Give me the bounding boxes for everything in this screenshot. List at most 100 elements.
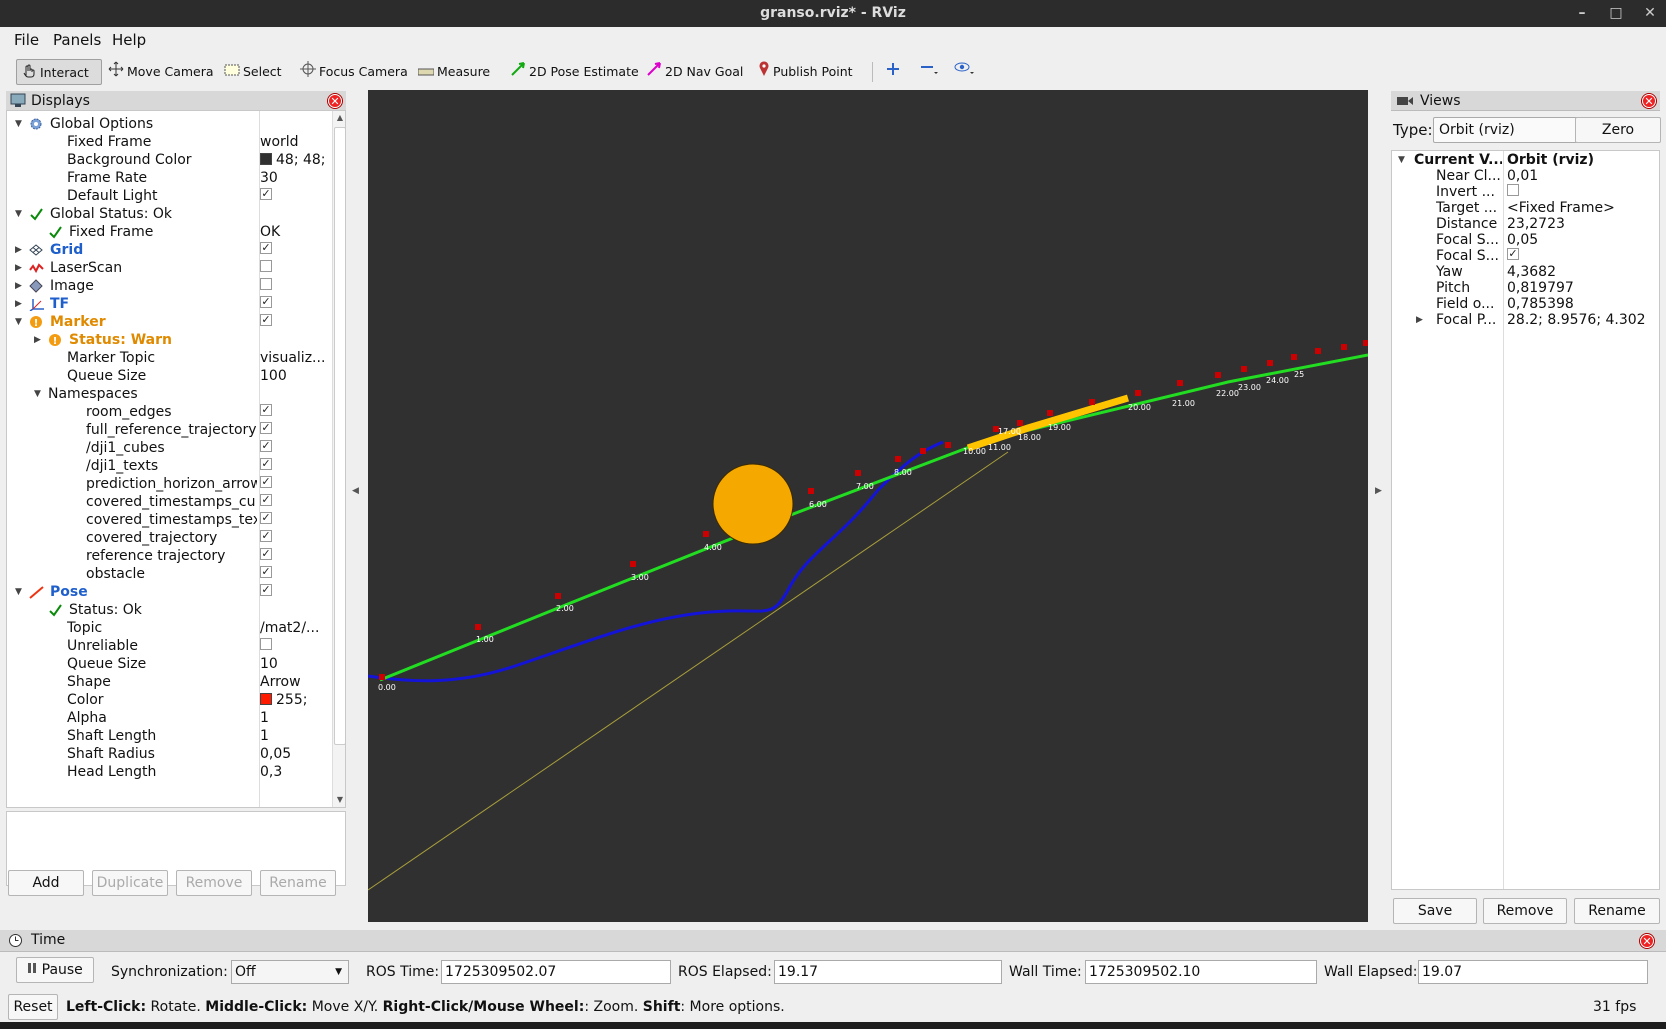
display-row[interactable]: ▶! Status: Warn [7, 331, 329, 350]
display-row[interactable]: ▼ Pose ✓ [7, 583, 329, 602]
view-property-row[interactable]: ▶ Focal P... 28.2; 8.9576; 4.302 [1392, 312, 1659, 329]
close-displays-button[interactable]: ✕ [328, 94, 342, 108]
checkbox[interactable] [260, 278, 272, 290]
color-swatch[interactable] [260, 693, 272, 705]
checkbox[interactable]: ✓ [260, 296, 272, 308]
menu-help[interactable]: Help [112, 31, 146, 49]
wall-elapsed-field[interactable]: 19.07 [1418, 960, 1648, 984]
view-property-row[interactable]: Target ... <Fixed Frame> [1392, 200, 1659, 217]
display-row-value[interactable]: ✓ [260, 583, 328, 602]
display-row[interactable]: prediction_horizon_arrows ✓ [7, 475, 329, 494]
view-menu-button[interactable] [950, 59, 980, 85]
display-row-value[interactable]: 30 [260, 169, 328, 188]
checkbox[interactable]: ✓ [260, 188, 272, 200]
checkbox[interactable]: ✓ [260, 242, 272, 254]
tool-focus-camera[interactable]: Focus Camera [296, 59, 408, 85]
collapse-arrow-icon[interactable]: ▶ [15, 277, 22, 296]
view-property-row[interactable]: Pitch 0,819797 [1392, 280, 1659, 297]
checkbox[interactable]: ✓ [260, 494, 272, 506]
display-row-value[interactable]: ✓ [260, 511, 328, 530]
display-row-value[interactable]: ✓ [260, 475, 328, 494]
view-property-row[interactable]: Yaw 4,3682 [1392, 264, 1659, 281]
display-row-value[interactable]: ✓ [260, 187, 328, 206]
collapse-arrow-icon[interactable]: ▶ [15, 241, 22, 260]
collapse-right-icon[interactable]: ▶ [1375, 486, 1382, 496]
tool-2d-pose-estimate[interactable]: 2D Pose Estimate [506, 59, 639, 85]
display-row-value[interactable]: 0,05 [260, 745, 328, 764]
display-row-value[interactable]: OK [260, 223, 328, 242]
checkbox[interactable]: ✓ [260, 566, 272, 578]
view-property-value[interactable]: 4,3682 [1507, 264, 1556, 281]
tool-2d-nav-goal[interactable]: 2D Nav Goal [642, 59, 743, 85]
display-row-value[interactable]: ✓ [260, 493, 328, 512]
view-property-row[interactable]: Focal S... ✓ [1392, 248, 1659, 265]
expand-arrow-icon[interactable]: ▼ [1398, 152, 1405, 169]
display-row[interactable]: ▶ Grid ✓ [7, 241, 329, 260]
expand-arrow-icon[interactable]: ▼ [15, 115, 22, 134]
view-property-value[interactable] [1507, 184, 1519, 201]
display-row[interactable]: Fixed Frame world [7, 133, 329, 152]
display-row-value[interactable]: 0,3 [260, 763, 328, 782]
checkbox[interactable]: ✓ [260, 404, 272, 416]
remove-view-button[interactable]: Remove [1483, 898, 1567, 924]
display-row[interactable]: Queue Size 10 [7, 655, 329, 674]
add-display-button[interactable]: Add [8, 870, 84, 896]
close-views-button[interactable]: ✕ [1642, 94, 1656, 108]
display-row-value[interactable]: ✓ [260, 457, 328, 476]
wall-time-field[interactable]: 1725309502.10 [1085, 960, 1317, 984]
maximize-button[interactable]: □ [1604, 2, 1628, 24]
duplicate-display-button[interactable]: Duplicate [92, 870, 168, 896]
tool-publish-point[interactable]: Publish Point [754, 59, 853, 85]
view-property-value[interactable]: <Fixed Frame> [1507, 200, 1615, 217]
display-row[interactable]: covered_trajectory ✓ [7, 529, 329, 548]
3d-viewport[interactable]: 0.00 1.00 2.00 3.00 4.00 6.00 7.00 8.00 10.00 11.… [368, 90, 1368, 922]
display-row-value[interactable]: 1 [260, 727, 328, 746]
rename-display-button[interactable]: Rename [260, 870, 336, 896]
collapse-left-icon[interactable]: ◀ [352, 486, 359, 496]
display-row[interactable]: Shaft Radius 0,05 [7, 745, 329, 764]
display-row[interactable]: ▶ Image [7, 277, 329, 296]
checkbox[interactable] [260, 638, 272, 650]
pause-button[interactable]: Pause [16, 957, 94, 983]
collapse-arrow-icon[interactable]: ▶ [34, 331, 41, 350]
save-view-button[interactable]: Save [1393, 898, 1477, 924]
close-window-button[interactable]: ✕ [1638, 2, 1662, 24]
view-property-value[interactable]: ✓ [1507, 248, 1519, 265]
collapse-arrow-icon[interactable]: ▶ [1416, 312, 1423, 329]
display-row[interactable]: Status: Ok [7, 601, 329, 620]
checkbox[interactable]: ✓ [260, 530, 272, 542]
scene-canvas[interactable]: 0.00 1.00 2.00 3.00 4.00 6.00 7.00 8.00 10.00 11.… [368, 90, 1368, 922]
checkbox[interactable]: ✓ [260, 422, 272, 434]
menu-file[interactable]: File [14, 31, 39, 49]
zero-view-button[interactable]: Zero [1575, 117, 1661, 143]
ros-time-field[interactable]: 1725309502.07 [441, 960, 671, 984]
display-row[interactable]: ▶ TF ✓ [7, 295, 329, 314]
display-row-value[interactable]: 10 [260, 655, 328, 674]
display-row[interactable]: /dji1_cubes ✓ [7, 439, 329, 458]
display-row[interactable]: obstacle ✓ [7, 565, 329, 584]
close-time-button[interactable]: ✕ [1640, 934, 1654, 948]
display-row[interactable]: Default Light ✓ [7, 187, 329, 206]
display-row[interactable]: Color 255; [7, 691, 329, 710]
scroll-down-icon[interactable]: ▼ [334, 795, 345, 805]
display-row-value[interactable]: /mat2/... [260, 619, 328, 638]
view-property-row[interactable]: Focal S... 0,05 [1392, 232, 1659, 249]
view-property-value[interactable]: 0,01 [1507, 168, 1538, 185]
view-property-row[interactable]: Near Cl... 0,01 [1392, 168, 1659, 185]
view-type-select[interactable]: Orbit (rviz) ▼ [1433, 117, 1591, 143]
display-row-value[interactable] [260, 259, 328, 278]
display-row-value[interactable] [260, 637, 328, 656]
tool-select[interactable]: Select [220, 59, 282, 85]
display-row-value[interactable]: 1 [260, 709, 328, 728]
display-row-value[interactable]: ✓ [260, 295, 328, 314]
display-row-value[interactable] [260, 277, 328, 296]
ros-elapsed-field[interactable]: 19.17 [774, 960, 1002, 984]
display-row-value[interactable]: Arrow [260, 673, 328, 692]
scroll-up-icon[interactable]: ▲ [334, 113, 345, 123]
collapse-arrow-icon[interactable]: ▶ [15, 295, 22, 314]
checkbox[interactable]: ✓ [260, 548, 272, 560]
display-row[interactable]: full_reference_trajectory ✓ [7, 421, 329, 440]
scrollbar-thumb[interactable] [334, 127, 345, 745]
display-row[interactable]: Marker Topic visualiz... [7, 349, 329, 368]
tool-measure[interactable]: Measure [414, 59, 490, 85]
